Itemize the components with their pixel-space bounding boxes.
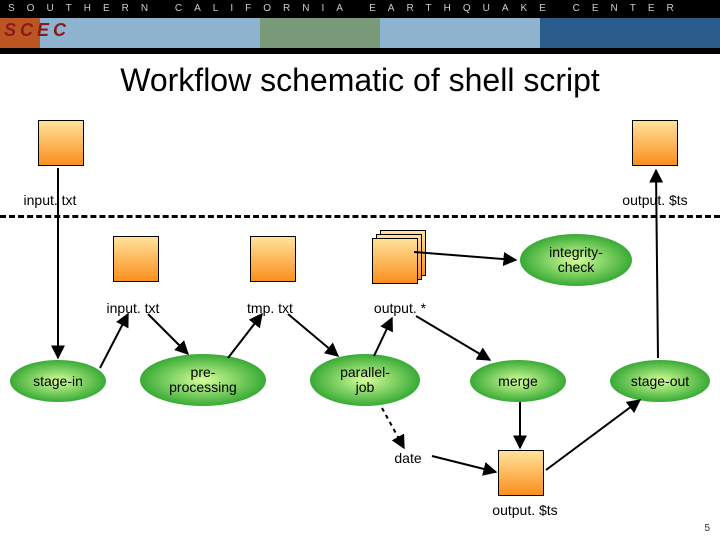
filebox-stack-output [372, 230, 426, 284]
filebox-input-top [38, 120, 84, 166]
label-outstar: output. * [350, 300, 450, 316]
filebox-tmp [250, 236, 296, 282]
banner-photo [0, 18, 720, 48]
label-output-top: output. $ts [600, 192, 710, 208]
banner-strip: SOUTHERN CALIFORNIA EARTHQUAKE CENTER [0, 0, 720, 18]
stage-parallel-job: parallel- job [310, 354, 420, 406]
label-date: date [378, 450, 438, 466]
banner-bar [0, 48, 720, 54]
banner-logo: SCEC [4, 20, 70, 41]
filebox-input-mid [113, 236, 159, 282]
label-input-top: input. txt [10, 192, 90, 208]
filebox-output-top [632, 120, 678, 166]
filebox-output-bottom [498, 450, 544, 496]
stage-integrity-check: integrity- check [520, 234, 632, 286]
banner-strip-text: SOUTHERN CALIFORNIA EARTHQUAKE CENTER [0, 0, 720, 18]
label-tmp: tmp. txt [225, 300, 315, 316]
label-output-bottom: output. $ts [470, 502, 580, 518]
label-input-mid: input. txt [88, 300, 178, 316]
stage-stage-in: stage-in [10, 360, 106, 402]
header-banner: SOUTHERN CALIFORNIA EARTHQUAKE CENTER SC… [0, 0, 720, 54]
stage-stage-out: stage-out [610, 360, 710, 402]
dashed-divider [0, 215, 720, 218]
page-number: 5 [704, 523, 710, 534]
slide-title: Workflow schematic of shell script [0, 62, 720, 99]
stage-preprocessing: pre- processing [140, 354, 266, 406]
stage-merge: merge [470, 360, 566, 402]
